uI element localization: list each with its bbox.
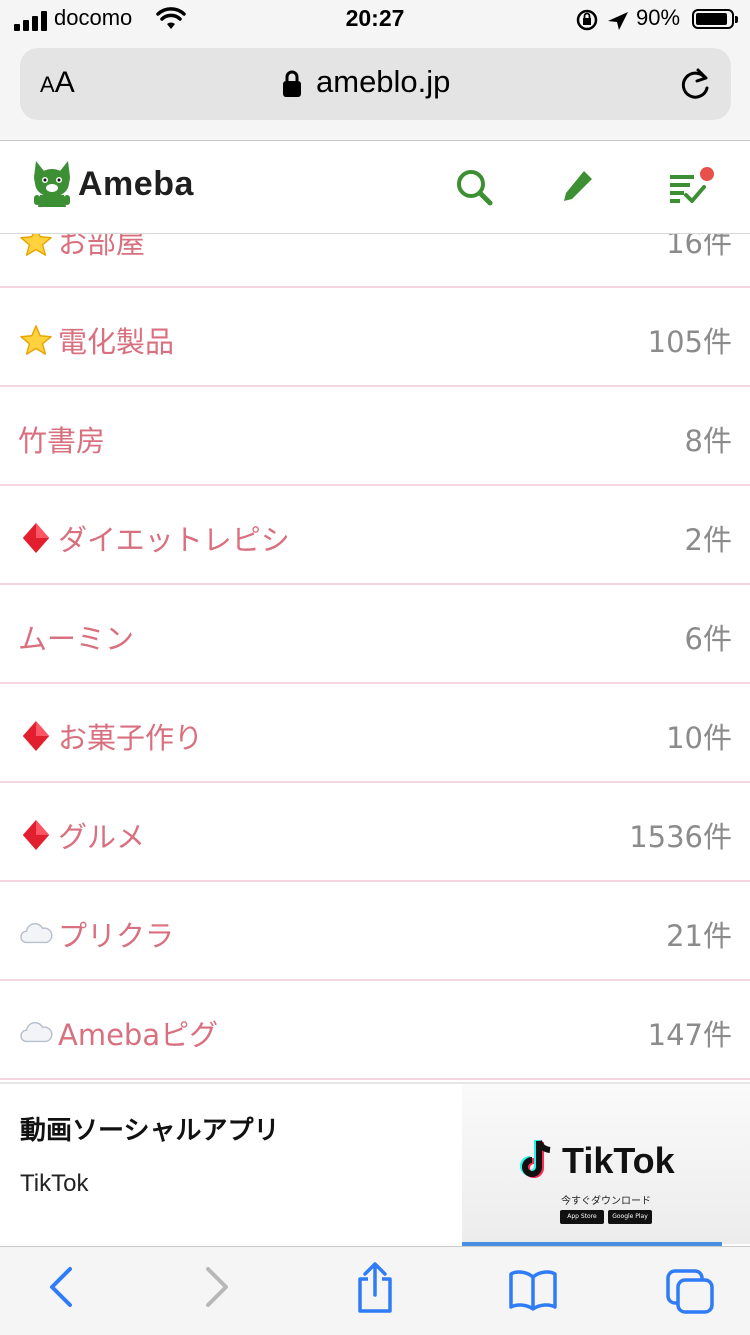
tiktok-note-icon (520, 1140, 551, 1178)
browser-address-area: AA ameblo.jp (0, 42, 750, 141)
category-count: 10件 (666, 721, 732, 755)
diamond-emoji-icon (22, 720, 50, 752)
battery-level (696, 13, 727, 25)
category-list: お部屋 16件 電化製品 105件 竹書房 8件 ダイエットレピシ 2件 ムーミン 6件 お菓子作り… (0, 189, 750, 1080)
notification-badge (698, 165, 716, 183)
address-bar[interactable]: AA ameblo.jp (20, 48, 731, 120)
text-size-button[interactable]: AA (40, 66, 75, 100)
diamond-emoji-icon (22, 819, 50, 851)
category-row[interactable]: ダイエットレピシ 2件 (0, 486, 750, 585)
ameba-logo-text[interactable]: Ameba (78, 165, 194, 204)
pencil-icon[interactable] (560, 167, 596, 207)
share-icon[interactable] (354, 1261, 396, 1315)
diamond-emoji-icon (22, 522, 50, 554)
ad-advertiser[interactable]: TikTok (20, 1170, 88, 1198)
category-name[interactable]: 電化製品 (58, 325, 174, 359)
search-icon[interactable] (454, 167, 494, 207)
tabs-icon[interactable] (664, 1267, 716, 1315)
category-name[interactable]: グルメ (58, 820, 145, 854)
category-label[interactable]: プリクラ (18, 913, 174, 955)
tiktok-logo-text: TikTok (562, 1140, 675, 1181)
category-count: 6件 (684, 622, 732, 656)
category-count: 105件 (647, 325, 732, 359)
category-count: 1536件 (629, 820, 732, 854)
category-row[interactable]: プリクラ 21件 (0, 882, 750, 981)
browser-toolbar (0, 1246, 750, 1335)
category-name[interactable]: Amebaピグ (58, 1018, 218, 1052)
category-count: 21件 (666, 919, 732, 953)
location-icon (608, 12, 628, 30)
category-name[interactable]: 竹書房 (18, 424, 105, 458)
star-emoji-icon (20, 325, 52, 355)
bookmarks-icon[interactable] (508, 1269, 558, 1311)
site-header: Ameba (0, 141, 750, 234)
category-label[interactable]: ムーミン (18, 616, 134, 658)
app-store-badge: App Store (560, 1210, 604, 1224)
category-label[interactable]: 竹書房 (18, 418, 105, 460)
category-label[interactable]: お菓子作り (18, 715, 203, 757)
category-label[interactable]: 電化製品 (18, 319, 174, 361)
category-label[interactable]: グルメ (18, 814, 145, 856)
category-label[interactable]: ダイエットレピシ (18, 517, 290, 559)
category-row[interactable]: 電化製品 105件 (0, 288, 750, 387)
category-count: 147件 (647, 1018, 732, 1052)
url-text[interactable]: ameblo.jp (316, 64, 450, 100)
forward-icon[interactable] (202, 1265, 232, 1309)
ad-title[interactable]: 動画ソーシャルアプリ (20, 1110, 279, 1147)
cloud-emoji-icon (20, 1021, 53, 1043)
lock-icon (283, 70, 301, 97)
category-row[interactable]: グルメ 1536件 (0, 783, 750, 882)
category-label[interactable]: Amebaピグ (18, 1012, 218, 1054)
google-play-badge: Google Play (608, 1210, 652, 1224)
download-note: 今すぐダウンロード (561, 1196, 651, 1207)
battery-percent: 90% (636, 5, 681, 30)
category-row[interactable]: お菓子作り 10件 (0, 684, 750, 783)
category-row[interactable]: ムーミン 6件 (0, 585, 750, 684)
ad-image[interactable]: TikTok 今すぐダウンロード App Store Google Play (462, 1084, 750, 1244)
ameba-mascot-icon[interactable] (30, 159, 74, 211)
category-name[interactable]: お菓子作り (58, 721, 203, 755)
rotation-lock-icon (576, 9, 628, 31)
category-count: 8件 (684, 424, 732, 458)
battery-icon (692, 9, 738, 29)
back-icon[interactable] (46, 1265, 76, 1309)
ad-banner[interactable]: 動画ソーシャルアプリ TikTok TikTok 今すぐダウンロード App S… (0, 1082, 750, 1248)
category-row[interactable]: Amebaピグ 147件 (0, 981, 750, 1080)
reload-icon[interactable] (678, 66, 712, 102)
category-count: 2件 (684, 523, 732, 557)
cloud-emoji-icon (20, 922, 53, 944)
category-name[interactable]: ムーミン (18, 622, 134, 656)
category-name[interactable]: ダイエットレピシ (58, 523, 290, 557)
status-bar: docomo 20:27 90% (0, 0, 750, 42)
category-name[interactable]: プリクラ (58, 919, 174, 953)
category-row[interactable]: 竹書房 8件 (0, 387, 750, 486)
